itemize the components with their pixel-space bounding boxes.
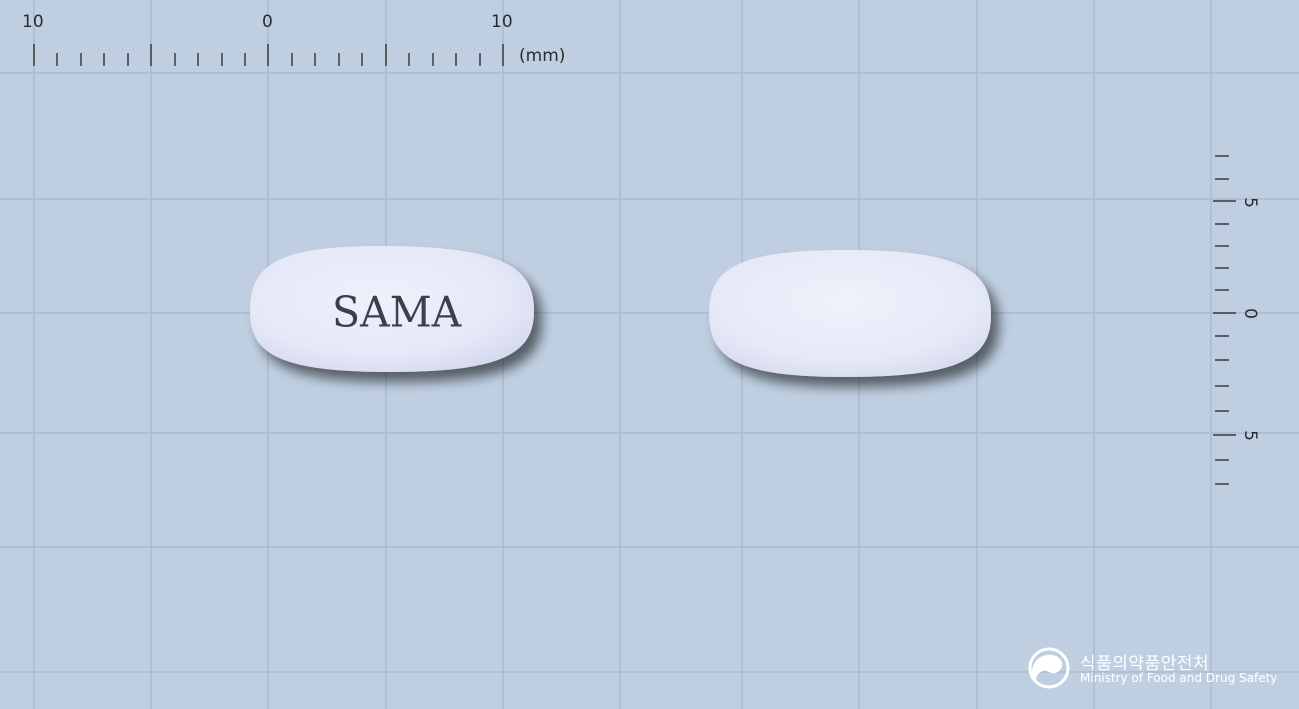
ruler-label-right: 10 — [491, 12, 513, 32]
ruler-unit-label: (mm) — [519, 46, 566, 66]
vertical-ruler-label-top: 5 — [1239, 197, 1260, 208]
ruler-label-center: 0 — [262, 12, 273, 32]
vertical-ruler-label-center: 0 — [1239, 308, 1260, 319]
horizontal-ruler — [33, 44, 504, 66]
pill-photo-scene — [0, 0, 1299, 709]
ruler-label-left: 10 — [22, 12, 44, 32]
vertical-ruler — [1213, 155, 1236, 485]
background-grid — [0, 0, 1299, 709]
tablet-back — [709, 250, 991, 377]
tablet-imprint: SAMA — [332, 287, 462, 337]
vertical-ruler-label-bottom: 5 — [1239, 430, 1260, 441]
mfds-emblem-icon — [1028, 647, 1070, 689]
logo-english-name: Ministry of Food and Drug Safety — [1080, 671, 1278, 685]
